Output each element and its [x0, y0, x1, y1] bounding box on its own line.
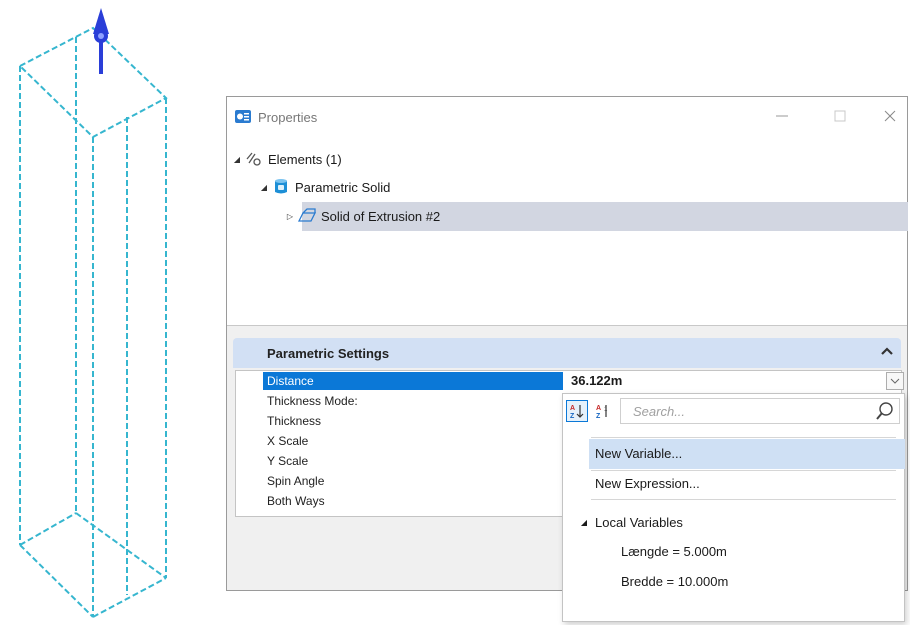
property-name: Both Ways: [267, 494, 325, 508]
svg-text:A: A: [596, 405, 601, 412]
tree-node-label: Parametric Solid: [295, 179, 391, 195]
tree-node-parametric-solid[interactable]: ◢ Parametric Solid: [257, 176, 390, 198]
tree-node-solid-of-extrusion[interactable]: ▷ Solid of Extrusion #2: [283, 205, 440, 227]
property-name: Spin Angle: [267, 474, 325, 488]
properties-app-icon: [235, 110, 251, 123]
group-title: Parametric Settings: [267, 346, 390, 361]
search-input[interactable]: Search...: [620, 398, 900, 424]
divider: [591, 437, 896, 438]
collapse-chevron-icon[interactable]: [881, 346, 893, 356]
parametric-settings-header[interactable]: Parametric Settings: [233, 338, 901, 368]
search-icon[interactable]: [875, 401, 895, 421]
collapse-triangle-icon[interactable]: ◢: [573, 518, 595, 527]
property-name: Y Scale: [267, 454, 309, 468]
collapse-triangle-icon[interactable]: ◢: [257, 183, 271, 192]
group-label: Local Variables: [595, 514, 683, 530]
window-title: Properties: [258, 110, 318, 125]
property-row-distance[interactable]: Distance 36.122m: [236, 371, 904, 391]
svg-text:Z: Z: [596, 413, 601, 419]
extrusion-icon: [297, 207, 317, 225]
sort-descending-button[interactable]: A Z 1: [592, 400, 614, 422]
variable-item-laengde[interactable]: Længde = 5.000m: [621, 544, 727, 559]
svg-text:1: 1: [604, 407, 608, 413]
new-variable-item[interactable]: New Variable...: [589, 439, 905, 469]
maximize-button[interactable]: [825, 103, 855, 129]
tree-node-label: Solid of Extrusion #2: [321, 208, 441, 224]
parametric-solid-icon: [271, 178, 291, 196]
property-value[interactable]: 36.122m: [571, 372, 622, 390]
minimize-icon: [776, 115, 788, 117]
local-variables-group[interactable]: ◢ Local Variables: [573, 512, 683, 532]
dropdown-button[interactable]: [886, 372, 904, 390]
divider: [591, 499, 896, 500]
svg-text:A: A: [570, 405, 575, 412]
close-icon: [884, 110, 896, 122]
property-name: Thickness: [267, 414, 322, 428]
elements-icon: [244, 150, 264, 168]
sort-ascending-button[interactable]: A Z: [566, 400, 588, 422]
expand-triangle-icon[interactable]: ▷: [283, 212, 297, 221]
tree-node-label: Elements (1): [268, 151, 342, 167]
new-expression-item[interactable]: New Expression...: [589, 469, 905, 499]
minimize-button[interactable]: [767, 103, 797, 129]
variable-dropdown: A Z A Z 1 Search... New Variable... New …: [562, 393, 905, 622]
svg-text:Z: Z: [570, 413, 575, 419]
tree-node-elements[interactable]: ◢ Elements (1): [230, 148, 342, 170]
sort-ascending-icon: A Z: [570, 405, 584, 419]
property-name: X Scale: [267, 434, 309, 448]
property-name: Thickness Mode:: [267, 394, 358, 408]
variable-item-bredde[interactable]: Bredde = 10.000m: [621, 574, 728, 589]
close-button[interactable]: [875, 103, 905, 129]
title-bar[interactable]: Properties: [227, 97, 907, 137]
collapse-triangle-icon[interactable]: ◢: [230, 155, 244, 164]
property-name[interactable]: Distance: [263, 372, 563, 390]
sort-descending-icon: A Z 1: [596, 405, 608, 419]
element-tree: ◢ Elements (1) ◢ Parametric Solid ▷ Soli…: [227, 137, 908, 325]
search-placeholder: Search...: [633, 404, 686, 419]
maximize-icon: [834, 110, 846, 122]
chevron-down-icon: [890, 378, 900, 384]
